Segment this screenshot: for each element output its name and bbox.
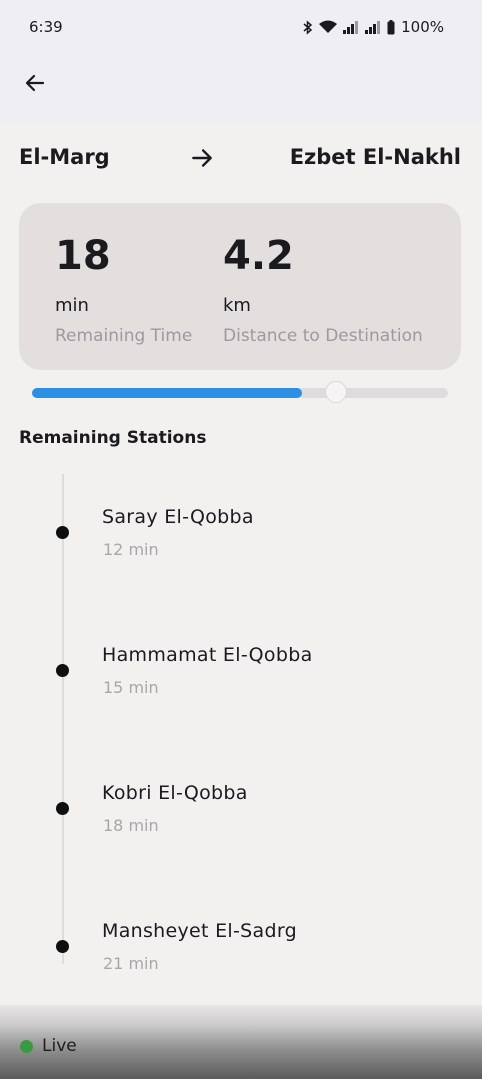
- live-dot-icon: [20, 1039, 33, 1053]
- progress-fill: [32, 388, 303, 398]
- distance-metric: 4.2 km Distance to Destination: [223, 233, 423, 346]
- distance-unit: km: [223, 295, 251, 316]
- remaining-time-label: Remaining Time: [55, 326, 193, 346]
- section-title: Remaining Stations: [19, 428, 207, 448]
- status-bar: 6:39 100%: [0, 0, 482, 56]
- remaining-time-unit: min: [55, 295, 89, 316]
- station-name: Saray El-Qobba: [102, 506, 254, 528]
- route-destination: Ezbet El-Nakhl: [289, 145, 461, 169]
- battery-percentage: 100%: [401, 18, 444, 36]
- trip-progress-slider[interactable]: [32, 381, 448, 403]
- station-item[interactable]: Hammamat El-Qobba 15 min: [0, 636, 482, 774]
- live-status-bar: Live: [0, 1005, 482, 1079]
- slider-thumb[interactable]: [324, 381, 347, 403]
- signal-icon: [365, 20, 381, 34]
- station-dot-icon: [56, 802, 69, 815]
- station-eta: 12 min: [103, 540, 159, 559]
- route-header: El-Marg Ezbet El-Nakhl: [19, 140, 461, 176]
- back-button[interactable]: [18, 66, 52, 100]
- station-dot-icon: [56, 526, 69, 539]
- station-name: Kobri El-Qobba: [102, 782, 248, 804]
- station-name: Hammamat El-Qobba: [102, 644, 313, 666]
- app-bar: [0, 56, 482, 122]
- status-icons: 100%: [303, 18, 444, 36]
- status-time: 6:39: [29, 18, 63, 36]
- bluetooth-icon: [303, 19, 313, 35]
- station-eta: 21 min: [103, 954, 159, 973]
- station-name: Mansheyet El-Sadrg: [102, 920, 297, 942]
- live-label: Live: [42, 1036, 77, 1056]
- signal-icon: [343, 20, 359, 34]
- distance-value: 4.2: [223, 233, 294, 279]
- station-eta: 15 min: [103, 678, 159, 697]
- wifi-icon: [319, 20, 338, 34]
- station-eta: 18 min: [103, 816, 159, 835]
- station-dot-icon: [56, 940, 69, 953]
- arrow-right-icon: [189, 145, 215, 175]
- remaining-time-value: 18: [55, 233, 111, 279]
- battery-icon: [387, 19, 395, 35]
- distance-label: Distance to Destination: [223, 326, 423, 346]
- remaining-time-metric: 18 min Remaining Time: [55, 233, 192, 346]
- station-item[interactable]: Kobri El-Qobba 18 min: [0, 774, 482, 912]
- trip-info-card: 18 min Remaining Time 4.2 km Distance to…: [19, 203, 461, 370]
- route-origin: El-Marg: [19, 145, 110, 169]
- station-item[interactable]: Saray El-Qobba 12 min: [0, 498, 482, 636]
- station-dot-icon: [56, 664, 69, 677]
- live-indicator: Live: [20, 1036, 77, 1056]
- arrow-left-icon: [25, 74, 45, 92]
- station-list: Saray El-Qobba 12 min Hammamat El-Qobba …: [0, 498, 482, 1050]
